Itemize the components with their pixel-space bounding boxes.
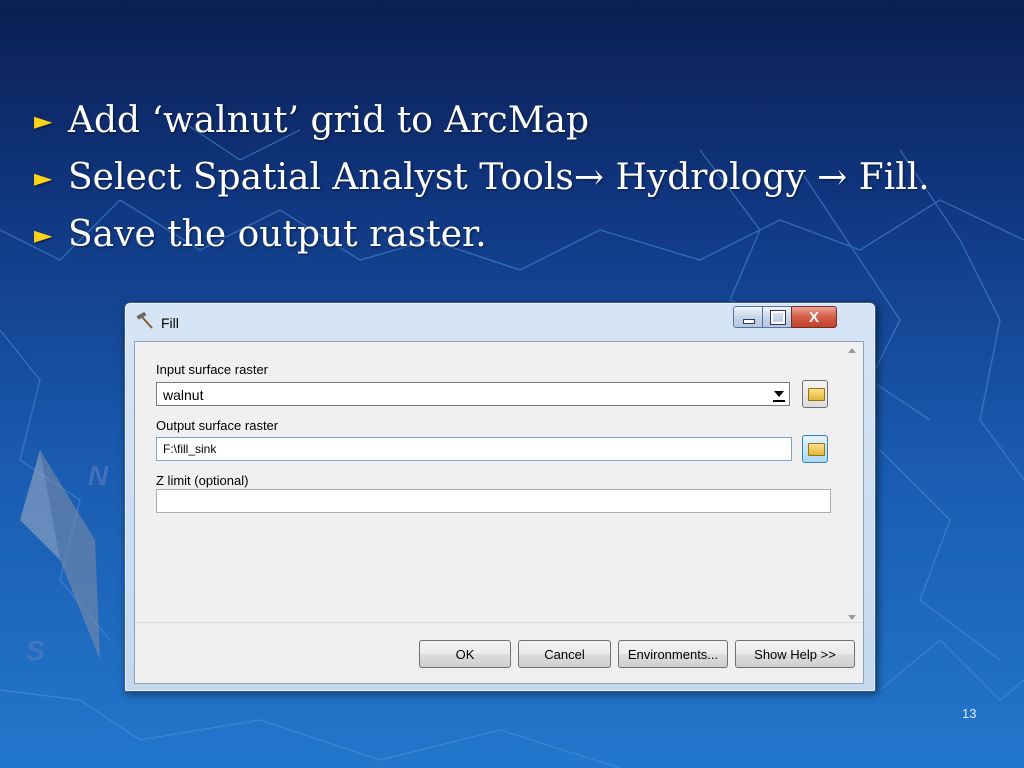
svg-text:S: S [26,635,45,666]
environments-button[interactable]: Environments... [618,640,728,668]
title-bar[interactable]: Fill X [125,303,875,339]
bullet-text: Save the output raster. [68,214,487,255]
zlimit-field[interactable] [156,489,831,513]
output-raster-label: Output surface raster [156,418,279,433]
close-icon: X [808,308,819,326]
vertical-scrollbar[interactable] [845,346,859,622]
close-button[interactable]: X [791,306,837,328]
folder-icon [808,388,825,401]
bullet-item: ► Select Spatial Analyst Tools→ Hydrolog… [34,149,930,206]
hammer-icon [136,312,153,329]
browse-output-button[interactable] [802,435,828,463]
minimize-icon [743,319,755,324]
bullet-marker-icon: ► [34,220,53,249]
dialog-title: Fill [161,315,179,331]
zlimit-label: Z limit (optional) [156,473,249,488]
minimize-button[interactable] [733,306,763,328]
bullet-marker-icon: ► [34,163,53,192]
fill-dialog: Fill X Input surface raster walnut Outpu… [124,302,876,692]
show-help-button[interactable]: Show Help >> [735,640,855,668]
bullet-item: ► Save the output raster. [34,206,930,263]
input-raster-combo[interactable]: walnut [156,382,790,406]
slide-number: 13 [962,706,977,721]
scroll-up-icon[interactable] [848,348,856,353]
output-raster-field[interactable]: F:\fill_sink [156,437,792,461]
maximize-icon [770,310,786,325]
dropdown-button[interactable] [770,384,788,404]
chevron-down-icon [774,391,784,397]
input-raster-value: walnut [163,387,204,403]
input-raster-label: Input surface raster [156,362,268,377]
bullet-marker-icon: ► [34,106,53,135]
compass-rose: N S [20,450,109,666]
dropdown-underline [773,400,785,402]
maximize-button[interactable] [762,306,792,328]
ok-button[interactable]: OK [419,640,511,668]
browse-input-button[interactable] [802,380,828,408]
folder-icon [808,443,825,456]
bullet-text: Select Spatial Analyst Tools→ Hydrology … [68,157,930,198]
cancel-button[interactable]: Cancel [518,640,611,668]
bullet-text: Add ‘walnut’ grid to ArcMap [68,100,590,141]
bullet-item: ► Add ‘walnut’ grid to ArcMap [34,92,930,149]
svg-text:N: N [88,460,109,491]
divider [135,622,863,623]
dialog-body: Input surface raster walnut Output surfa… [134,341,864,684]
bullet-list: ► Add ‘walnut’ grid to ArcMap ► Select S… [34,92,930,263]
scroll-down-icon[interactable] [848,615,856,620]
output-raster-value: F:\fill_sink [163,442,217,456]
